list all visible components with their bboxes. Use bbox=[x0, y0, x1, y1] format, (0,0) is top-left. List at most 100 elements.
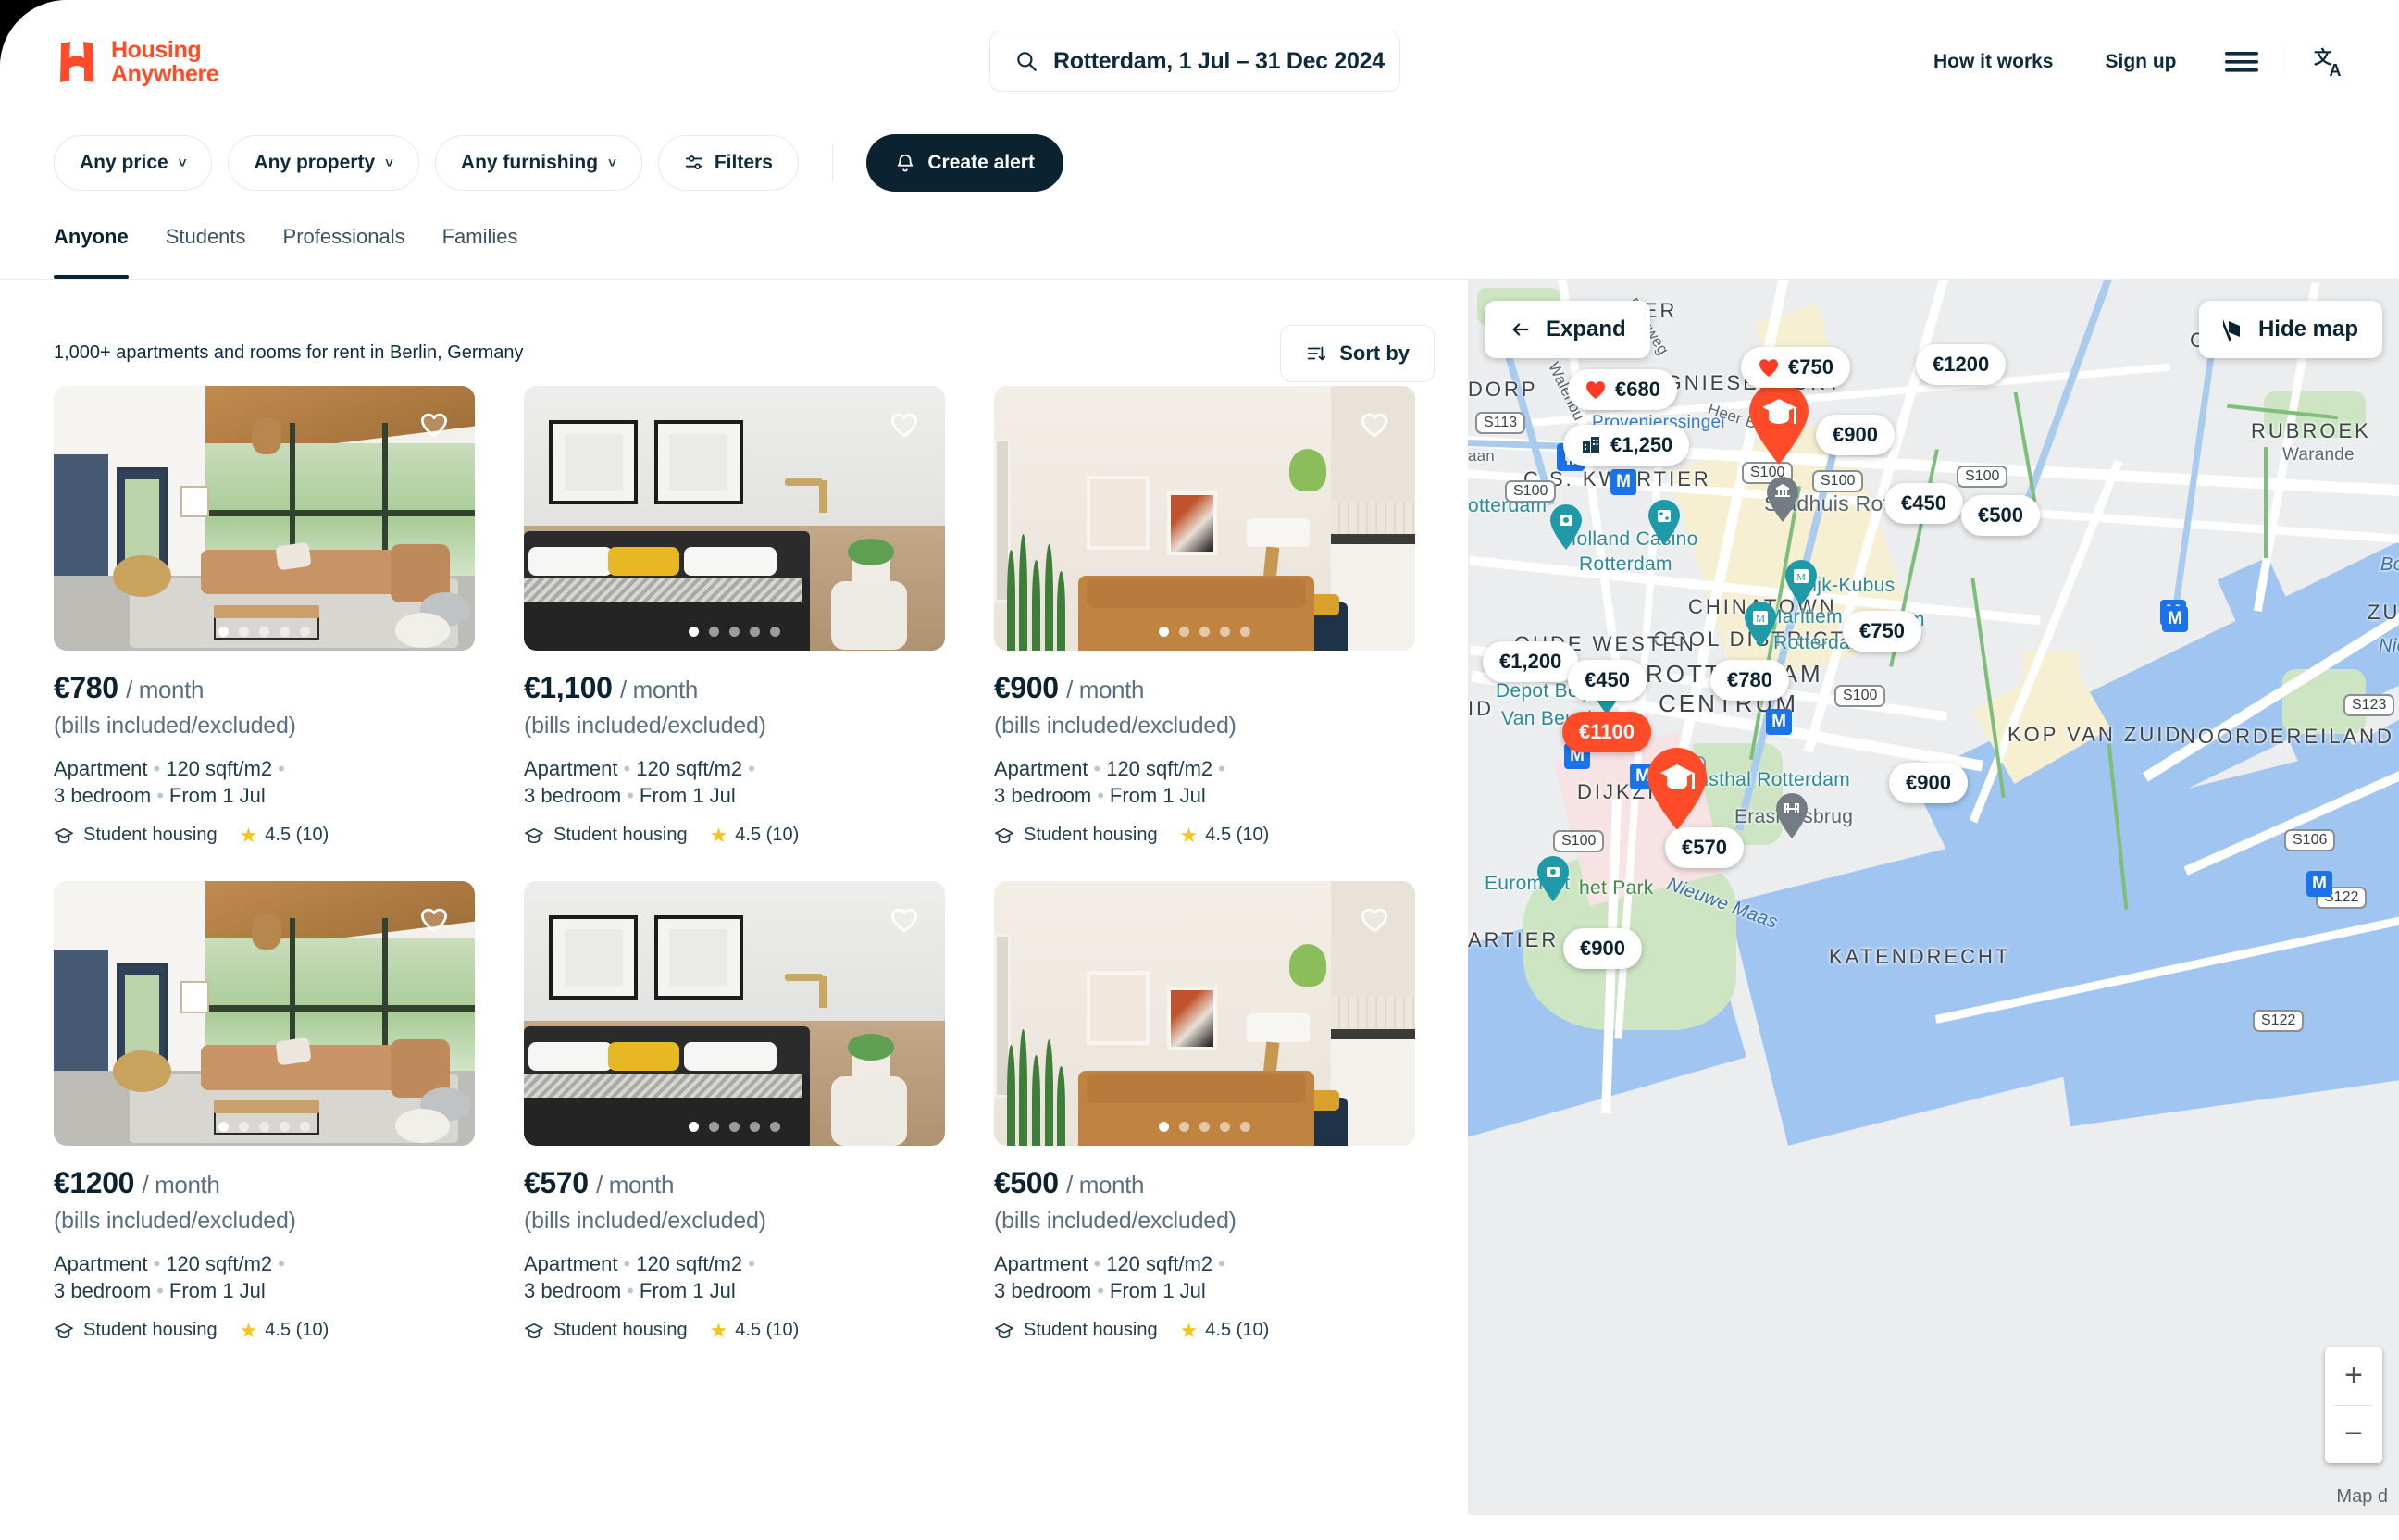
listing-size: 120 sqft/m2 bbox=[636, 756, 743, 780]
map-price-pin-label: €750 bbox=[1788, 354, 1833, 379]
image-carousel-dots[interactable] bbox=[994, 626, 1415, 637]
listing-card[interactable]: €570 / month (bills included/excluded) A… bbox=[524, 880, 945, 1343]
favorite-button[interactable] bbox=[1354, 900, 1395, 940]
map-price-pin[interactable]: €450 bbox=[1884, 482, 1963, 524]
listing-image[interactable] bbox=[994, 385, 1415, 651]
map-canvas[interactable]: MAASOEVER OUD- CROOSWIJK DORP AGNIESEBUU… bbox=[1468, 279, 2399, 1515]
map-price-pin[interactable]: €900 bbox=[1816, 414, 1895, 455]
results-count: 1,000+ apartments and rooms for rent in … bbox=[54, 342, 524, 363]
image-carousel-dots[interactable] bbox=[54, 626, 475, 637]
language-button[interactable]: 文 A bbox=[2281, 45, 2348, 79]
menu-button[interactable] bbox=[2203, 50, 2281, 74]
listing-image[interactable] bbox=[524, 385, 945, 651]
casino-pin-icon[interactable] bbox=[1646, 498, 1683, 546]
favorite-button[interactable] bbox=[884, 404, 925, 445]
favorite-button[interactable] bbox=[414, 404, 454, 445]
heart-icon bbox=[1361, 908, 1387, 932]
listing-bedrooms: 3 bedroom bbox=[54, 1278, 152, 1302]
map-district-label: RUBROEK bbox=[2251, 418, 2371, 442]
metro-station-icon: M bbox=[2162, 605, 2188, 632]
listing-image[interactable] bbox=[994, 880, 1415, 1146]
app-window: Housing Anywhere Rotterdam, 1 Jul – 31 D… bbox=[0, 0, 2399, 1540]
map-district-label: KATENDRECHT bbox=[1829, 944, 2011, 968]
bell-icon bbox=[898, 154, 914, 172]
map-price-pin[interactable]: €450 bbox=[1568, 659, 1647, 701]
filter-any-price[interactable]: Any price ˅ bbox=[54, 135, 213, 191]
listing-tag-label: Student housing bbox=[1024, 1320, 1158, 1341]
chevron-down-icon: ˅ bbox=[385, 155, 393, 171]
listing-image[interactable] bbox=[524, 880, 945, 1146]
maritime-museum-pin-icon[interactable]: M bbox=[1742, 600, 1779, 648]
map-price-pin[interactable]: €900 bbox=[1563, 927, 1642, 969]
image-carousel-dots[interactable] bbox=[524, 1121, 945, 1132]
create-alert-label: Create alert bbox=[927, 152, 1035, 173]
map-panel[interactable]: MAASOEVER OUD- CROOSWIJK DORP AGNIESEBUU… bbox=[1468, 279, 2399, 1515]
map-price-pin-label: €450 bbox=[1901, 491, 1946, 515]
listing-card[interactable]: €1,100 / month (bills included/excluded)… bbox=[524, 385, 945, 848]
map-price-pin[interactable]: €780 bbox=[1710, 659, 1789, 701]
map-shield: S100 bbox=[1834, 684, 1886, 707]
listing-price-period: / month bbox=[126, 675, 205, 703]
zoom-in-button[interactable]: + bbox=[2325, 1348, 2382, 1405]
zoom-out-button[interactable]: − bbox=[2325, 1406, 2382, 1463]
city-hall-pin-icon[interactable] bbox=[1764, 475, 1801, 523]
create-alert-button[interactable]: Create alert bbox=[866, 134, 1063, 192]
image-carousel-dots[interactable] bbox=[54, 1121, 475, 1132]
filter-any-furnishing[interactable]: Any furnishing ˅ bbox=[434, 135, 642, 191]
map-price-pin[interactable]: €1,250 bbox=[1563, 424, 1690, 466]
bridge-pin-icon[interactable] bbox=[1773, 791, 1810, 839]
map-price-pin[interactable]: €900 bbox=[1889, 762, 1968, 803]
favorite-button[interactable] bbox=[884, 900, 925, 940]
listing-type: Apartment bbox=[54, 756, 148, 780]
listing-image[interactable] bbox=[54, 880, 475, 1146]
listing-price: €1,100 bbox=[524, 670, 613, 704]
map-zoom-controls[interactable]: + − bbox=[2325, 1347, 2382, 1463]
graduation-cap-icon bbox=[995, 1323, 1013, 1338]
image-carousel-dots[interactable] bbox=[524, 626, 945, 637]
tab-professionals[interactable]: Professionals bbox=[283, 225, 405, 279]
museum-pin-icon[interactable]: M bbox=[1783, 558, 1820, 606]
tab-anyone[interactable]: Anyone bbox=[54, 225, 129, 279]
listing-type: Apartment bbox=[54, 1251, 148, 1275]
svg-text:M: M bbox=[1756, 614, 1765, 625]
tab-students[interactable]: Students bbox=[166, 225, 246, 279]
filters-button[interactable]: Filters bbox=[657, 135, 799, 191]
listing-photo-living-room bbox=[54, 385, 475, 651]
results-panel: 1,000+ apartments and rooms for rent in … bbox=[0, 279, 1468, 1515]
image-carousel-dots[interactable] bbox=[994, 1121, 1415, 1132]
listing-tags: Student housing ★ 4.5 (10) bbox=[54, 824, 475, 848]
active-listing-pin[interactable] bbox=[1644, 747, 1710, 831]
map-price-pin[interactable]: €680 bbox=[1568, 368, 1677, 410]
listing-tags: Student housing ★ 4.5 (10) bbox=[524, 824, 945, 848]
map-price-pin[interactable]: €500 bbox=[1961, 494, 2040, 536]
active-listing-pin[interactable] bbox=[1746, 381, 1812, 466]
listing-card[interactable]: €1200 / month (bills included/excluded) … bbox=[54, 880, 475, 1343]
expand-map-button[interactable]: Expand bbox=[1485, 300, 1650, 358]
listing-card[interactable]: €900 / month (bills included/excluded) A… bbox=[994, 385, 1415, 848]
map-price-pin[interactable]: €750 bbox=[1741, 346, 1850, 388]
favorite-button[interactable] bbox=[414, 900, 454, 940]
map-price-pin[interactable]: €1,200 bbox=[1483, 640, 1579, 682]
hide-map-button[interactable]: Hide map bbox=[2198, 300, 2382, 358]
heart-icon bbox=[891, 908, 917, 932]
map-price-pin-active[interactable]: €1100 bbox=[1562, 711, 1651, 752]
map-price-pin[interactable]: €570 bbox=[1665, 826, 1744, 868]
listing-card[interactable]: €500 / month (bills included/excluded) A… bbox=[994, 880, 1415, 1343]
attraction-pin-icon[interactable] bbox=[1548, 503, 1585, 551]
logo[interactable]: Housing Anywhere bbox=[56, 38, 219, 86]
filter-any-property[interactable]: Any property ˅ bbox=[228, 135, 419, 191]
euromast-pin-icon[interactable] bbox=[1535, 854, 1572, 902]
listing-card[interactable]: €780 / month (bills included/excluded) A… bbox=[54, 385, 475, 848]
svg-text:A: A bbox=[2330, 61, 2342, 79]
sort-by-button[interactable]: Sort by bbox=[1280, 324, 1435, 382]
star-icon: ★ bbox=[239, 1318, 258, 1342]
tab-families[interactable]: Families bbox=[442, 225, 518, 279]
star-icon: ★ bbox=[239, 823, 258, 847]
listing-image[interactable] bbox=[54, 385, 475, 651]
map-price-pin[interactable]: €750 bbox=[1843, 610, 1921, 652]
map-price-pin[interactable]: €1200 bbox=[1916, 343, 2007, 385]
nav-sign-up[interactable]: Sign up bbox=[2080, 51, 2203, 73]
nav-how-it-works[interactable]: How it works bbox=[1908, 51, 2080, 73]
search-input[interactable]: Rotterdam, 1 Jul – 31 Dec 2024 bbox=[989, 31, 1400, 92]
favorite-button[interactable] bbox=[1354, 404, 1395, 445]
